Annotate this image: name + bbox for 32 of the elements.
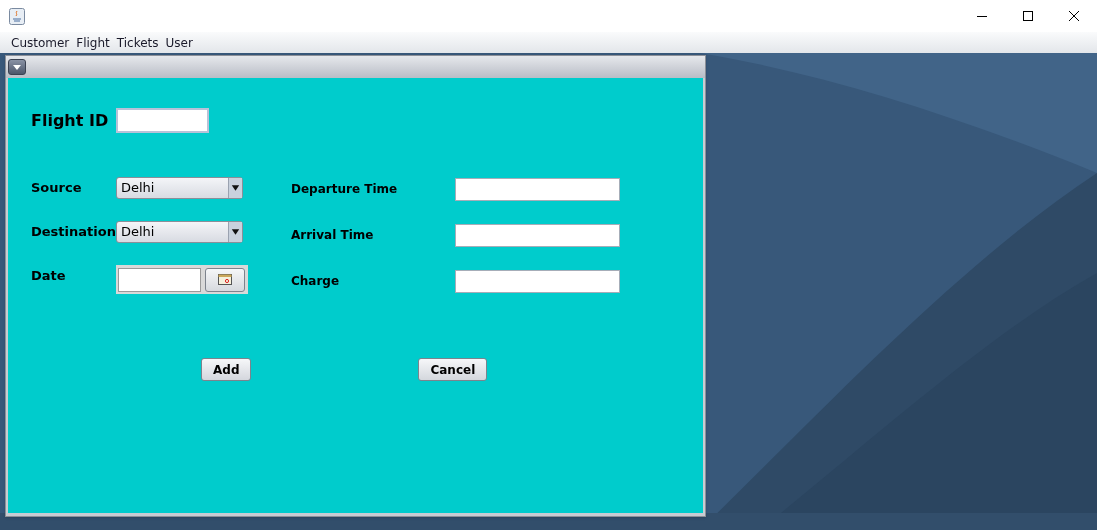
menu-item[interactable]: Tickets xyxy=(116,33,159,52)
app-icon xyxy=(9,7,25,25)
field-label: Date xyxy=(31,267,67,285)
flight-id-label: Flight ID xyxy=(31,109,110,132)
maximize-icon xyxy=(1023,11,1033,21)
close-icon xyxy=(1069,11,1079,21)
field-label: Destination xyxy=(31,223,116,242)
date-field[interactable] xyxy=(118,267,201,292)
field-label: Charge xyxy=(291,273,341,290)
form-button[interactable]: Add xyxy=(201,358,252,381)
caret-icon xyxy=(13,64,21,70)
caret-icon xyxy=(228,222,242,242)
window-menu-button[interactable] xyxy=(8,59,26,75)
calendar-button[interactable] xyxy=(205,267,245,292)
dropdown-value: Delhi xyxy=(120,179,156,198)
text-field[interactable] xyxy=(455,269,620,293)
dropdown[interactable]: Delhi xyxy=(116,177,243,199)
dropdown-value: Delhi xyxy=(120,223,156,242)
caret-icon xyxy=(228,178,242,198)
field-label: Source xyxy=(31,179,83,198)
text-field[interactable] xyxy=(455,223,620,247)
dropdown[interactable]: Delhi xyxy=(116,221,243,243)
minimize-icon xyxy=(977,15,987,17)
flight-id-field[interactable] xyxy=(116,108,209,133)
menu-item[interactable]: User xyxy=(165,33,193,52)
menu-item[interactable]: Flight xyxy=(76,33,110,52)
field-label: Arrival Time xyxy=(291,227,375,244)
menu-item[interactable]: Customer xyxy=(11,33,70,52)
field-label: Departure Time xyxy=(291,181,399,198)
form-button[interactable]: Cancel xyxy=(418,358,488,381)
text-field[interactable] xyxy=(455,177,620,201)
calendar-icon xyxy=(218,274,232,285)
